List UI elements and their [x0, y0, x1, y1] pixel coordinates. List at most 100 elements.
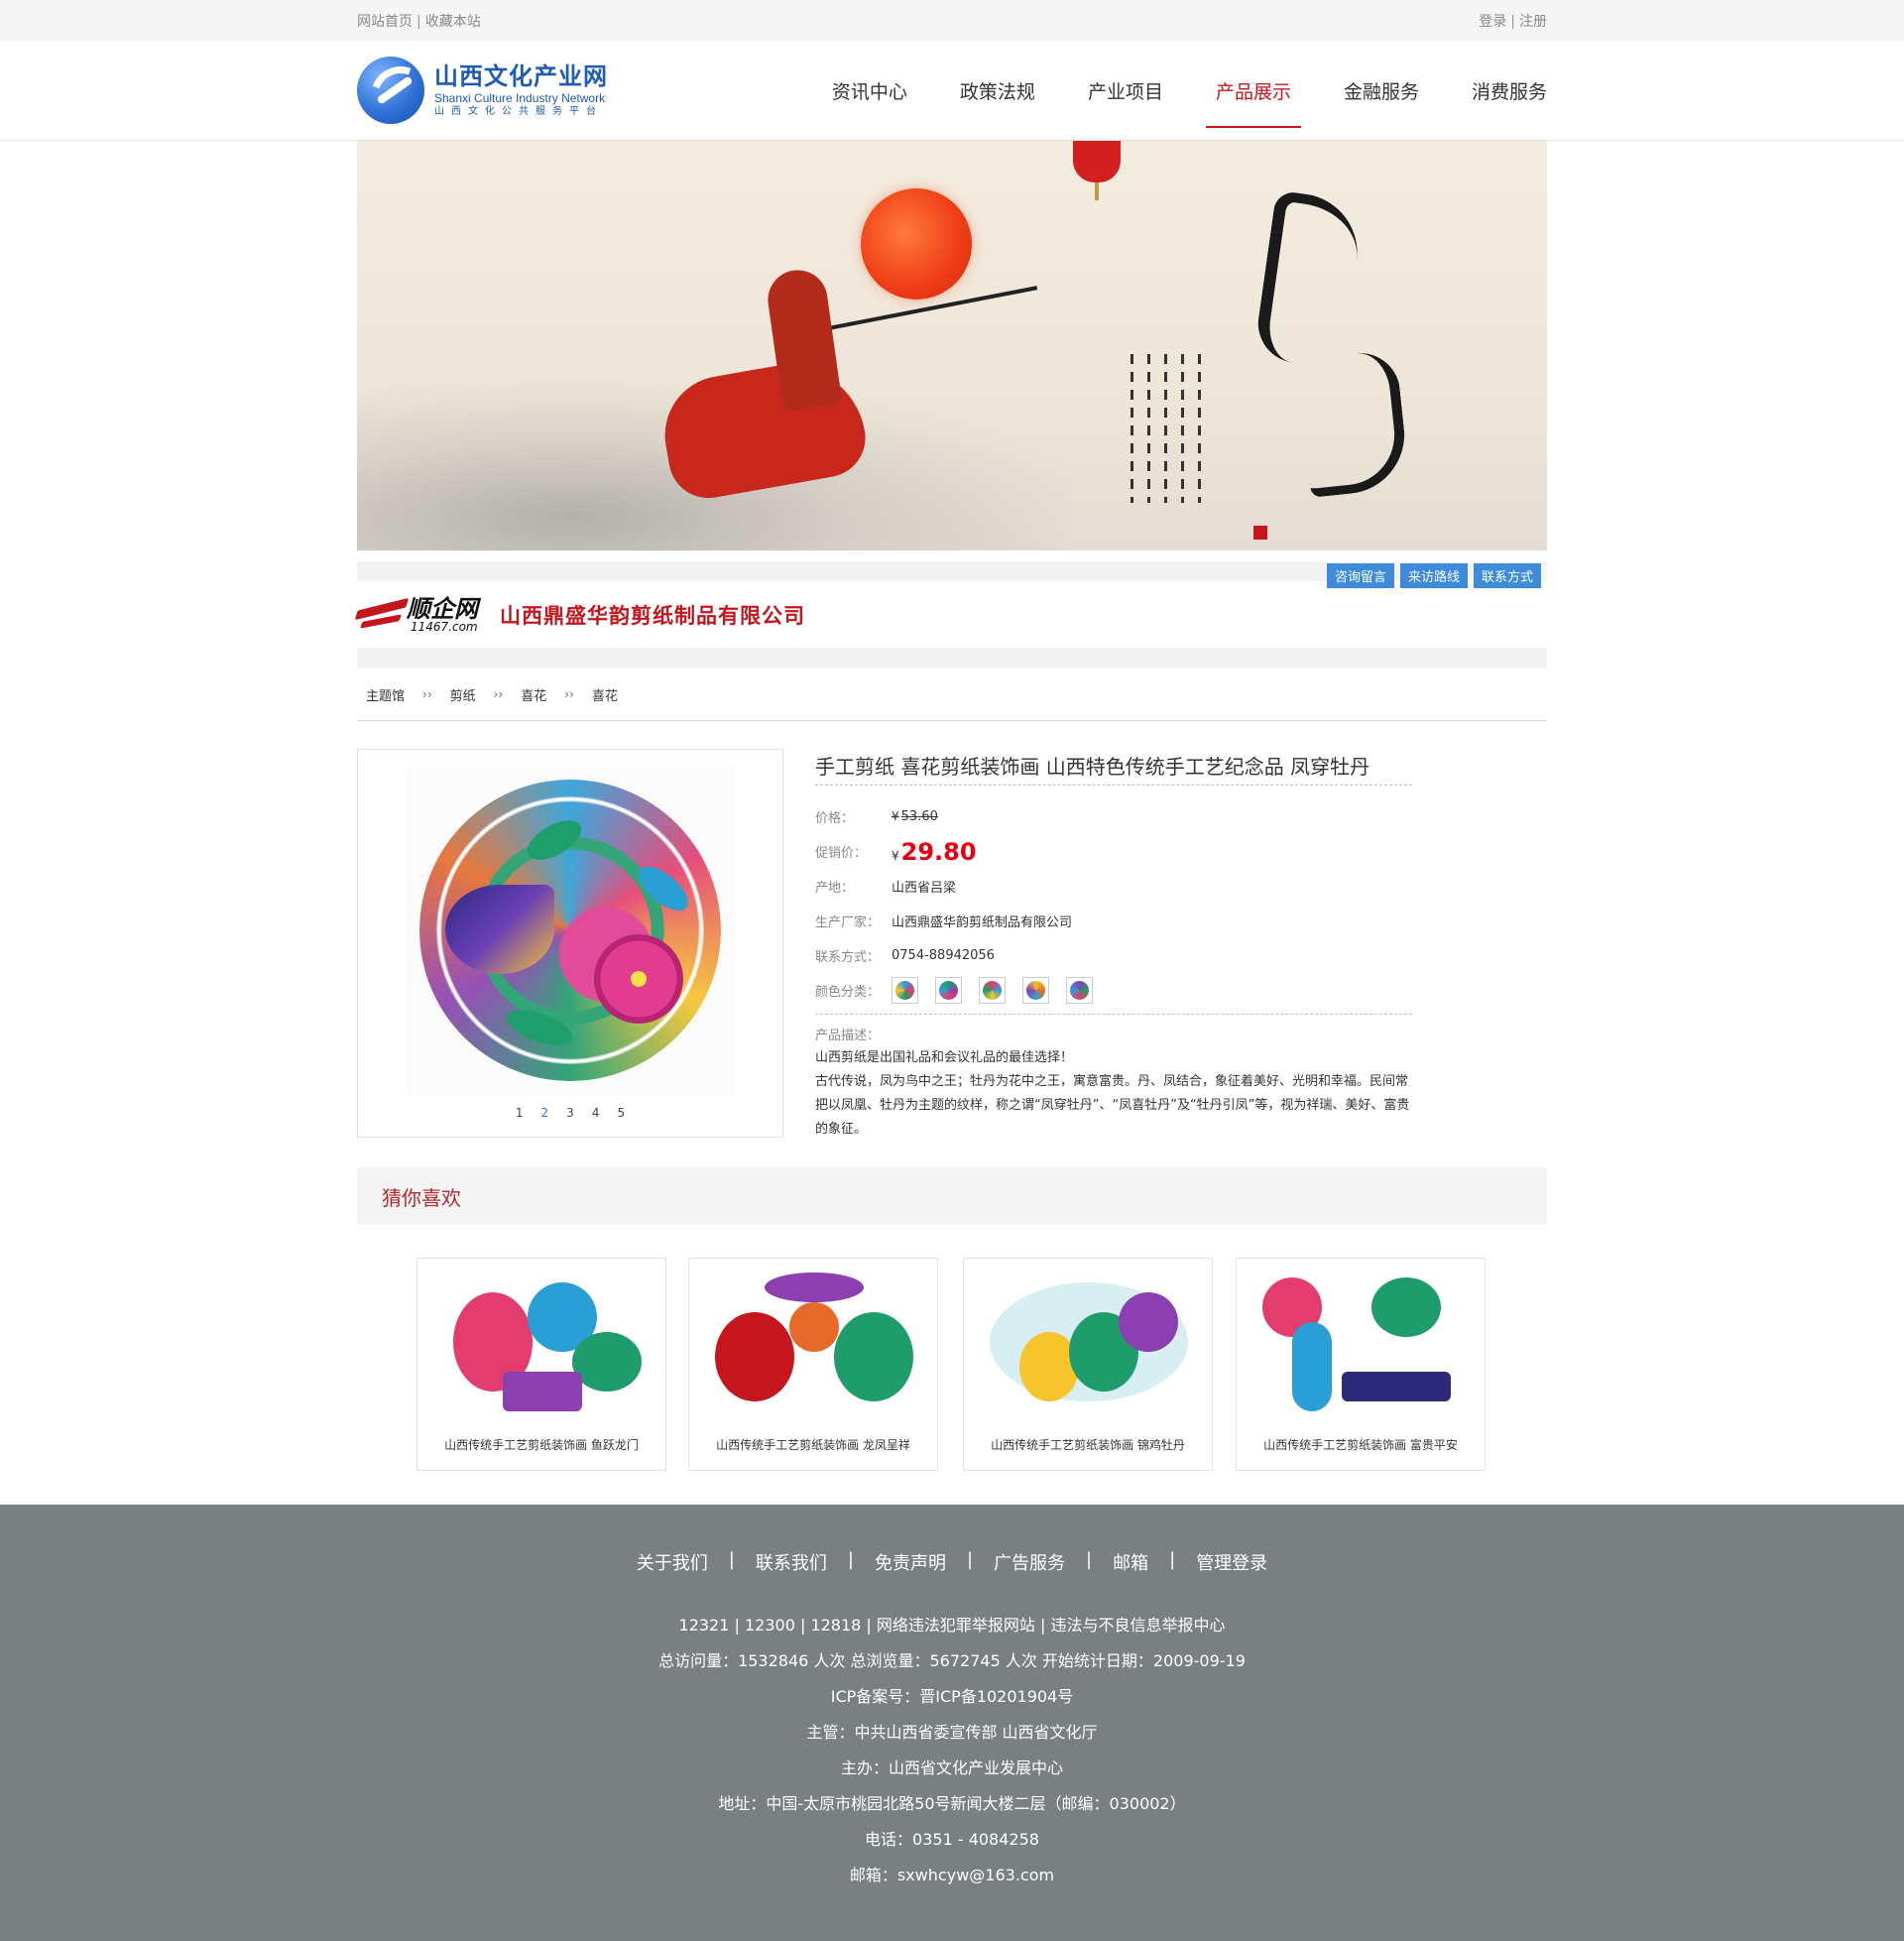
color-swatch[interactable] [892, 977, 918, 1004]
consult-button[interactable]: 咨询留言 [1326, 563, 1394, 588]
product-gallery: 1 2 3 4 5 [357, 749, 783, 1138]
color-swatch[interactable] [1022, 977, 1049, 1004]
description-line: 山西剪纸是出国礼品和会议礼品的最佳选择！ [815, 1050, 1074, 1065]
maker-row: 生产厂家： 山西鼎盛华韵剪纸制品有限公司 [815, 904, 1412, 938]
nav-projects[interactable]: 产业项目 [1035, 41, 1163, 140]
breadcrumb-item[interactable]: 喜花 [521, 685, 546, 704]
price-row: 价格： ¥53.60 [815, 799, 1412, 834]
color-label: 颜色分类： [815, 985, 881, 1000]
color-swatches [892, 977, 1093, 1004]
footer-email: 邮箱：sxwhcyw@163.com [849, 1866, 1055, 1884]
gallery-page-1[interactable]: 1 [516, 1106, 524, 1120]
separator: | [416, 13, 421, 30]
product-image[interactable] [406, 766, 735, 1095]
company-name: 山西鼎盛华韵剪纸制品有限公司 [500, 603, 805, 628]
home-link[interactable]: 网站首页 [357, 14, 413, 30]
guess-you-like-header: 猜你喜欢 [357, 1167, 1547, 1225]
shadow-puppet-banner [357, 141, 1547, 550]
recommend-caption: 山西传统手工艺剪纸装饰画 锦鸡牡丹 [991, 1438, 1185, 1452]
product-description: 山西剪纸是出国礼品和会议礼品的最佳选择！ 古代传说，凤为鸟中之王；牡丹为花中之王… [815, 1046, 1412, 1142]
breadcrumb-item[interactable]: 主题馆 [366, 685, 405, 704]
footer-link-ads[interactable]: 广告服务 [994, 1549, 1065, 1575]
calligraphy-verse-image [1130, 354, 1250, 513]
recommend-card[interactable]: 山西传统手工艺剪纸装饰画 龙凤呈祥 [688, 1258, 938, 1471]
calligraphy-title-image [1252, 189, 1423, 498]
guess-title: 猜你喜欢 [382, 1185, 461, 1210]
breadcrumb-separator-icon: ›› [564, 687, 574, 701]
gallery-page-2[interactable]: 2 [541, 1106, 549, 1120]
separator: | [1510, 13, 1515, 30]
nav-products[interactable]: 产品展示 [1163, 41, 1301, 140]
promo-label: 促销价： [815, 846, 868, 861]
product-info: 手工剪纸 喜花剪纸装饰画 山西特色传统手工艺纪念品 凤穿牡丹 价格： ¥53.6… [815, 749, 1412, 1142]
company-buttons: 咨询留言 来访路线 联系方式 [1326, 563, 1541, 588]
red-seal-icon [1253, 526, 1267, 540]
shunqi-logo[interactable]: 顺企网 11467.com [359, 596, 478, 634]
footer-link-admin[interactable]: 管理登录 [1196, 1549, 1267, 1575]
footer-supervisor: 主管：中共山西省委宣传部 山西省文化厅 [806, 1723, 1098, 1742]
recommend-list: 山西传统手工艺剪纸装饰画 鱼跃龙门 山西传统手工艺剪纸装饰画 龙凤呈祥 山西传统… [357, 1258, 1547, 1471]
recommend-image [705, 1273, 923, 1421]
top-bar-right: 登录 | 注册 [1479, 11, 1547, 31]
nav-finance[interactable]: 金融服务 [1291, 41, 1419, 140]
recommend-image [980, 1273, 1198, 1421]
footer-report-links[interactable]: 12321 | 12300 | 12818 | 网络违法犯罪举报网站 | 违法与… [0, 1608, 1904, 1643]
origin-row: 产地： 山西省吕梁 [815, 869, 1412, 904]
footer-stats: 总访问量：1532846 人次 总浏览量：5672745 人次 开始统计日期：2… [658, 1651, 1246, 1670]
logo-subtitle: 山西文化公共服务平台 [434, 105, 603, 117]
separator: | [966, 1549, 974, 1570]
breadcrumb-item[interactable]: 剪纸 [450, 685, 476, 704]
nav-policy[interactable]: 政策法规 [907, 41, 1035, 140]
recommend-caption: 山西传统手工艺剪纸装饰画 龙凤呈祥 [716, 1438, 910, 1452]
footer-link-disclaimer[interactable]: 免责声明 [875, 1549, 946, 1575]
footer-address: 地址：中国-太原市桃园北路50号新闻大楼二层（邮编：030002） [718, 1794, 1186, 1813]
route-button[interactable]: 来访路线 [1399, 563, 1468, 588]
register-link[interactable]: 注册 [1519, 14, 1547, 30]
recommend-image [433, 1273, 652, 1421]
footer-link-contact[interactable]: 联系我们 [756, 1549, 827, 1575]
color-swatch[interactable] [935, 977, 962, 1004]
recommend-card[interactable]: 山西传统手工艺剪纸装饰画 富贵平安 [1236, 1258, 1486, 1471]
footer-icp: ICP备案号：晋ICP备10201904号 [830, 1687, 1074, 1706]
recommend-caption: 山西传统手工艺剪纸装饰画 鱼跃龙门 [444, 1438, 639, 1452]
logo-text: 山西文化产业网 Shanxi Culture Industry Network … [434, 64, 608, 117]
contact-value: 0754-88942056 [892, 948, 995, 963]
maker-value: 山西鼎盛华韵剪纸制品有限公司 [892, 915, 1073, 930]
breadcrumb-item: 喜花 [591, 688, 618, 704]
logo-emblem-icon [357, 57, 424, 124]
footer-phone: 电话：0351 - 4084258 [865, 1830, 1039, 1849]
maker-label: 生产厂家： [815, 915, 881, 930]
recommend-card[interactable]: 山西传统手工艺剪纸装饰画 锦鸡牡丹 [963, 1258, 1213, 1471]
contact-button[interactable]: 联系方式 [1473, 563, 1541, 588]
gallery-page-3[interactable]: 3 [566, 1106, 574, 1120]
recommend-card[interactable]: 山西传统手工艺剪纸装饰画 鱼跃龙门 [416, 1258, 666, 1471]
logo-english: Shanxi Culture Industry Network [434, 90, 606, 105]
shunqi-logo-text: 顺企网 11467.com [407, 597, 478, 633]
gallery-page-5[interactable]: 5 [617, 1106, 625, 1120]
color-swatch[interactable] [979, 977, 1006, 1004]
top-bar: 网站首页 | 收藏本站 登录 | 注册 [0, 0, 1904, 41]
gallery-page-4[interactable]: 4 [592, 1106, 600, 1120]
contact-row: 联系方式： 0754-88942056 [815, 938, 1412, 973]
color-swatch[interactable] [1066, 977, 1093, 1004]
contact-label: 联系方式： [815, 950, 881, 965]
site-header: 山西文化产业网 Shanxi Culture Industry Network … [0, 41, 1904, 141]
promo-row: 促销价： ¥29.80 [815, 834, 1412, 869]
site-logo[interactable]: 山西文化产业网 Shanxi Culture Industry Network … [357, 56, 608, 125]
footer-link-about[interactable]: 关于我们 [637, 1549, 708, 1575]
footer-info: 12321 | 12300 | 12818 | 网络违法犯罪举报网站 | 违法与… [0, 1608, 1904, 1893]
nav-news[interactable]: 资讯中心 [832, 41, 907, 140]
product-title: 手工剪纸 喜花剪纸装饰画 山西特色传统手工艺纪念品 凤穿牡丹 [815, 749, 1412, 786]
main-nav: 资讯中心 政策法规 产业项目 产品展示 金融服务 消费服务 [832, 41, 1547, 140]
footer-nav: 关于我们 | 联系我们 | 免责声明 | 广告服务 | 邮箱 | 管理登录 [0, 1505, 1904, 1575]
logo-title: 山西文化产业网 [434, 61, 608, 90]
recommend-image [1252, 1273, 1471, 1421]
nav-consumer[interactable]: 消费服务 [1419, 41, 1547, 140]
original-price: ¥53.60 [892, 809, 938, 824]
footer-link-mail[interactable]: 邮箱 [1113, 1549, 1148, 1575]
origin-label: 产地： [815, 881, 855, 896]
separator: | [1086, 1549, 1093, 1570]
breadcrumb-separator-icon: ›› [422, 687, 432, 701]
favorite-link[interactable]: 收藏本站 [425, 14, 481, 30]
login-link[interactable]: 登录 [1479, 14, 1506, 30]
